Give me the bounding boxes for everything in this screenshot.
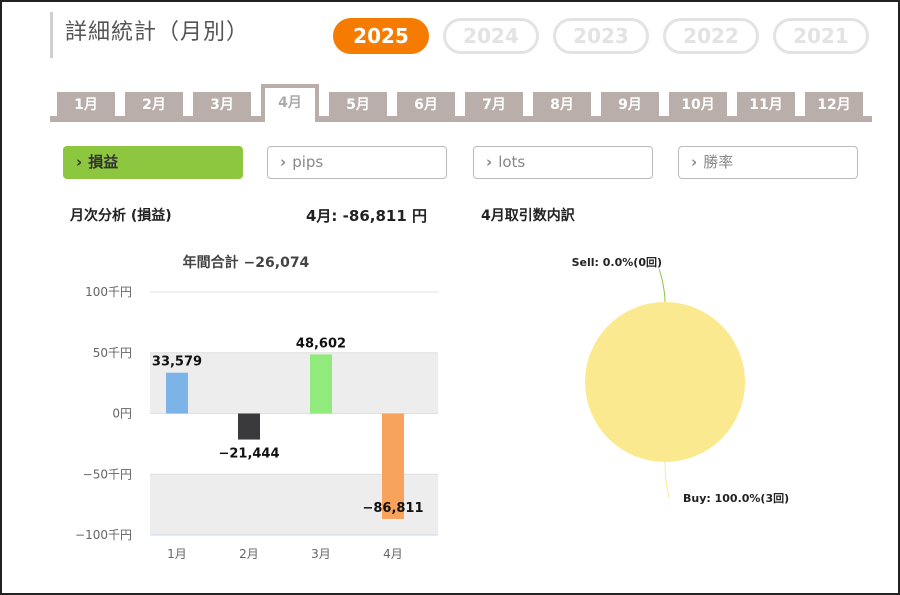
y-tick-label: −100千円 xyxy=(75,528,132,542)
x-tick-label: 2月 xyxy=(239,547,259,561)
chevron-right-icon: › xyxy=(76,153,83,171)
month-tab-3[interactable]: 3月 xyxy=(193,92,251,118)
trade-breakdown-pie: Sell: 0.0%(0回) Buy: 100.0%(3回) xyxy=(572,255,790,505)
chevron-right-icon: › xyxy=(691,153,698,171)
chevron-right-icon: › xyxy=(280,153,287,171)
bar-value-label: −86,811 xyxy=(362,501,423,516)
bar-3[interactable] xyxy=(310,354,332,414)
x-tick-label: 3月 xyxy=(311,547,331,561)
pie-slice-2[interactable] xyxy=(585,302,745,462)
chevron-right-icon: › xyxy=(486,153,493,171)
month-tab-12[interactable]: 12月 xyxy=(805,92,863,118)
bar-value-label: 48,602 xyxy=(296,336,346,351)
metric-button-2[interactable]: › pips xyxy=(267,146,447,179)
metric-button-1[interactable]: › 損益 xyxy=(63,146,243,179)
chart-title: 年間合計 −26,074 xyxy=(183,254,310,271)
month-tab-2[interactable]: 2月 xyxy=(125,92,183,118)
y-tick-label: −50千円 xyxy=(83,467,132,481)
bar-1[interactable] xyxy=(166,372,188,414)
year-button-2023[interactable]: 2023 xyxy=(553,18,649,54)
month-tab-9[interactable]: 9月 xyxy=(601,92,659,118)
x-tick-label: 4月 xyxy=(383,547,403,561)
month-tab-5[interactable]: 5月 xyxy=(329,92,387,118)
metric-button-label: lots xyxy=(498,153,526,171)
month-total: 4月: -86,811 円 xyxy=(306,207,427,225)
bar-2[interactable] xyxy=(238,413,260,440)
metric-button-3[interactable]: › lots xyxy=(473,146,653,179)
section-title: 月次分析 (損益) xyxy=(70,208,172,224)
year-button-2025[interactable]: 2025 xyxy=(333,18,429,54)
y-tick-label: 100千円 xyxy=(85,285,132,299)
y-tick-label: 0円 xyxy=(112,407,132,421)
monthly-profit-chart: 100千円 50千円 0円 −50千円 −100千円 年間合計 −26,074 33,579… xyxy=(75,254,438,561)
month-tab-8[interactable]: 8月 xyxy=(533,92,591,118)
y-tick-label: 50千円 xyxy=(93,346,132,360)
buy-leader-line xyxy=(664,461,670,499)
metric-button-label: pips xyxy=(292,153,324,171)
month-tab-10[interactable]: 10月 xyxy=(669,92,727,118)
x-tick-label: 1月 xyxy=(167,547,187,561)
page-title: 詳細統計（月別） xyxy=(65,20,250,45)
pie-label-sell: Sell: 0.0%(0回) xyxy=(572,255,662,269)
year-button-2022[interactable]: 2022 xyxy=(663,18,759,54)
month-tab-6[interactable]: 6月 xyxy=(397,92,455,118)
breakdown-title: 4月取引数内訳 xyxy=(481,208,575,224)
year-button-2024[interactable]: 2024 xyxy=(443,18,539,54)
month-tab-1[interactable]: 1月 xyxy=(57,92,115,118)
year-button-2021[interactable]: 2021 xyxy=(773,18,869,54)
metric-button-label: 損益 xyxy=(88,153,119,171)
metric-button-label: 勝率 xyxy=(703,153,734,171)
pie-label-buy: Buy: 100.0%(3回) xyxy=(683,491,789,505)
bar-value-label: −21,444 xyxy=(218,447,279,462)
page-title-block: 詳細統計（月別） xyxy=(50,12,249,58)
sell-leader-line xyxy=(658,268,666,303)
metric-button-4[interactable]: › 勝率 xyxy=(678,146,858,179)
month-tab-7[interactable]: 7月 xyxy=(465,92,523,118)
month-tab-11[interactable]: 11月 xyxy=(737,92,795,118)
bar-value-label: 33,579 xyxy=(152,355,202,370)
month-tab-4[interactable]: 4月 xyxy=(261,84,319,122)
